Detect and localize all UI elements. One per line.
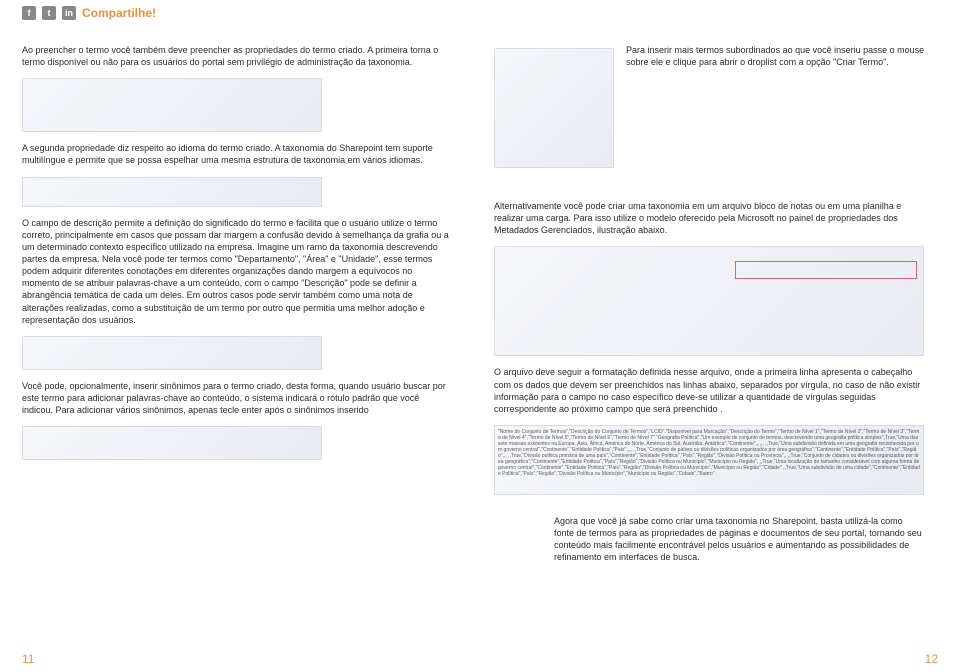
csv-sample-text: "Nome do Conjunto de Termos","Descrição … — [495, 426, 923, 480]
screenshot-idioma — [22, 177, 322, 207]
twitter-icon[interactable]: t — [42, 6, 56, 20]
screenshot-descricao — [22, 336, 322, 370]
page-number-right: 12 — [925, 652, 938, 666]
right-para-2: Alternativamente você pode criar uma tax… — [494, 200, 926, 236]
screenshot-outros-rotulos — [22, 426, 322, 460]
screenshot-managed-metadata — [494, 246, 924, 356]
left-para-4: Você pode, opcionalmente, inserir sinôni… — [22, 380, 452, 416]
share-row: f t in Compartilhe! — [22, 6, 156, 20]
right-para-1: Para inserir mais termos subordinados ao… — [626, 44, 926, 68]
right-para-4: Agora que você já sabe como criar uma ta… — [554, 515, 924, 564]
left-column: Ao preencher o termo você também deve pr… — [22, 44, 452, 470]
page-number-left: 11 — [22, 652, 34, 666]
right-para-3: O arquivo deve seguir a formatação defin… — [494, 366, 926, 415]
screenshot-propriedades — [22, 78, 322, 132]
facebook-icon[interactable]: f — [22, 6, 36, 20]
screenshot-term-context-menu — [494, 48, 614, 168]
share-label: Compartilhe! — [82, 6, 156, 20]
linkedin-icon[interactable]: in — [62, 6, 76, 20]
right-column: Para inserir mais termos subordinados ao… — [494, 44, 926, 574]
left-para-1: Ao preencher o termo você também deve pr… — [22, 44, 452, 68]
screenshot-csv-sample: "Nome do Conjunto de Termos","Descrição … — [494, 425, 924, 495]
left-para-2: A segunda propriedade diz respeito ao id… — [22, 142, 452, 166]
left-para-3: O campo de descrição permite a definição… — [22, 217, 452, 326]
